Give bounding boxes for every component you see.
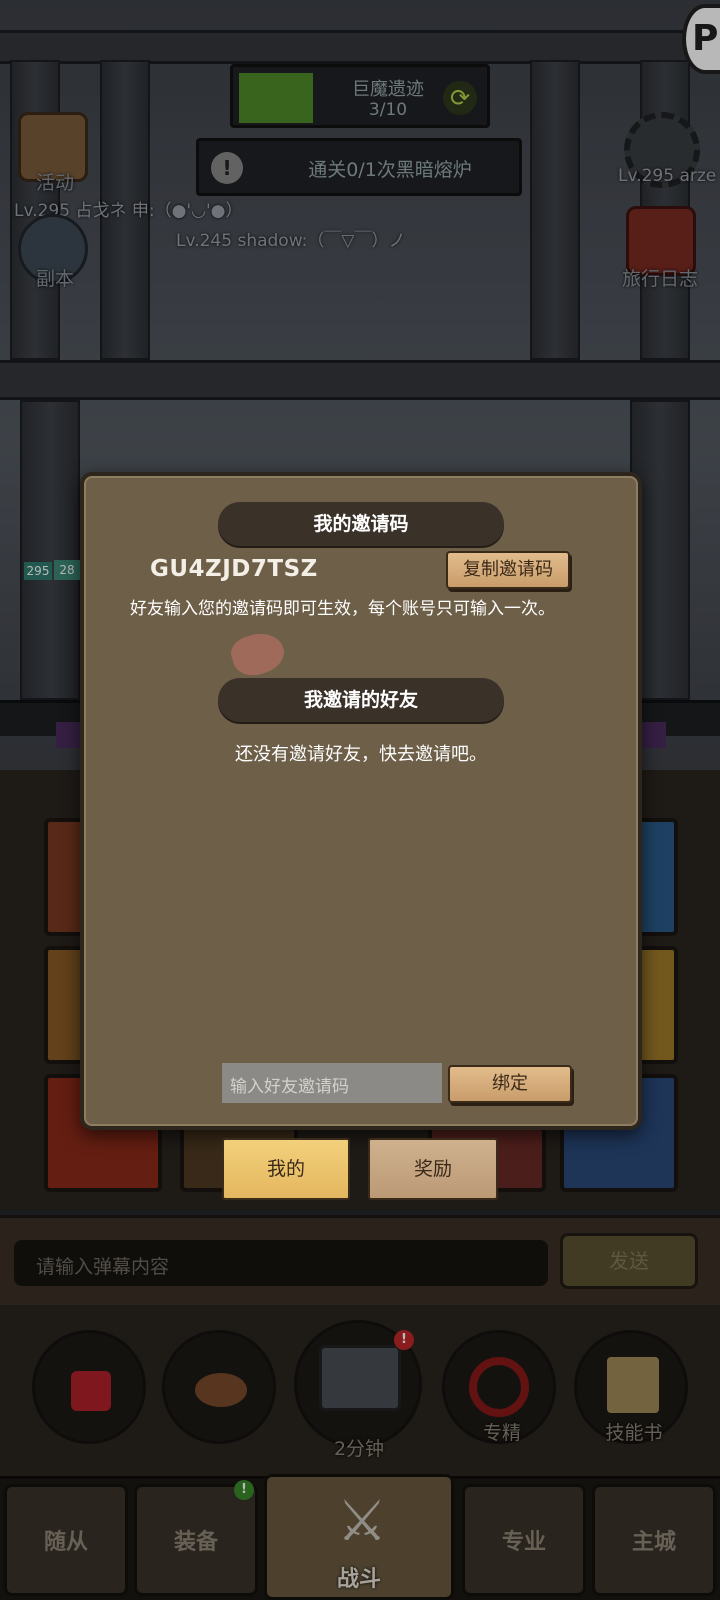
invited-friends-title: 我邀请的好友 [218, 678, 504, 722]
tab-mine[interactable]: 我的 [222, 1138, 350, 1200]
no-friends-text: 还没有邀请好友，快去邀请吧。 [235, 744, 487, 765]
invite-code: GU4ZJD7TSZ [150, 556, 318, 582]
copy-invite-code-button[interactable]: 复制邀请码 [446, 551, 570, 589]
friend-invite-code-input[interactable]: 输入好友邀请码 [222, 1063, 442, 1103]
invite-description: 好友输入您的邀请码即可生效，每个账号只可输入一次。 [130, 599, 555, 619]
my-invite-code-title: 我的邀请码 [218, 502, 504, 546]
bind-button[interactable]: 绑定 [448, 1065, 572, 1103]
tab-reward[interactable]: 奖励 [368, 1138, 498, 1200]
